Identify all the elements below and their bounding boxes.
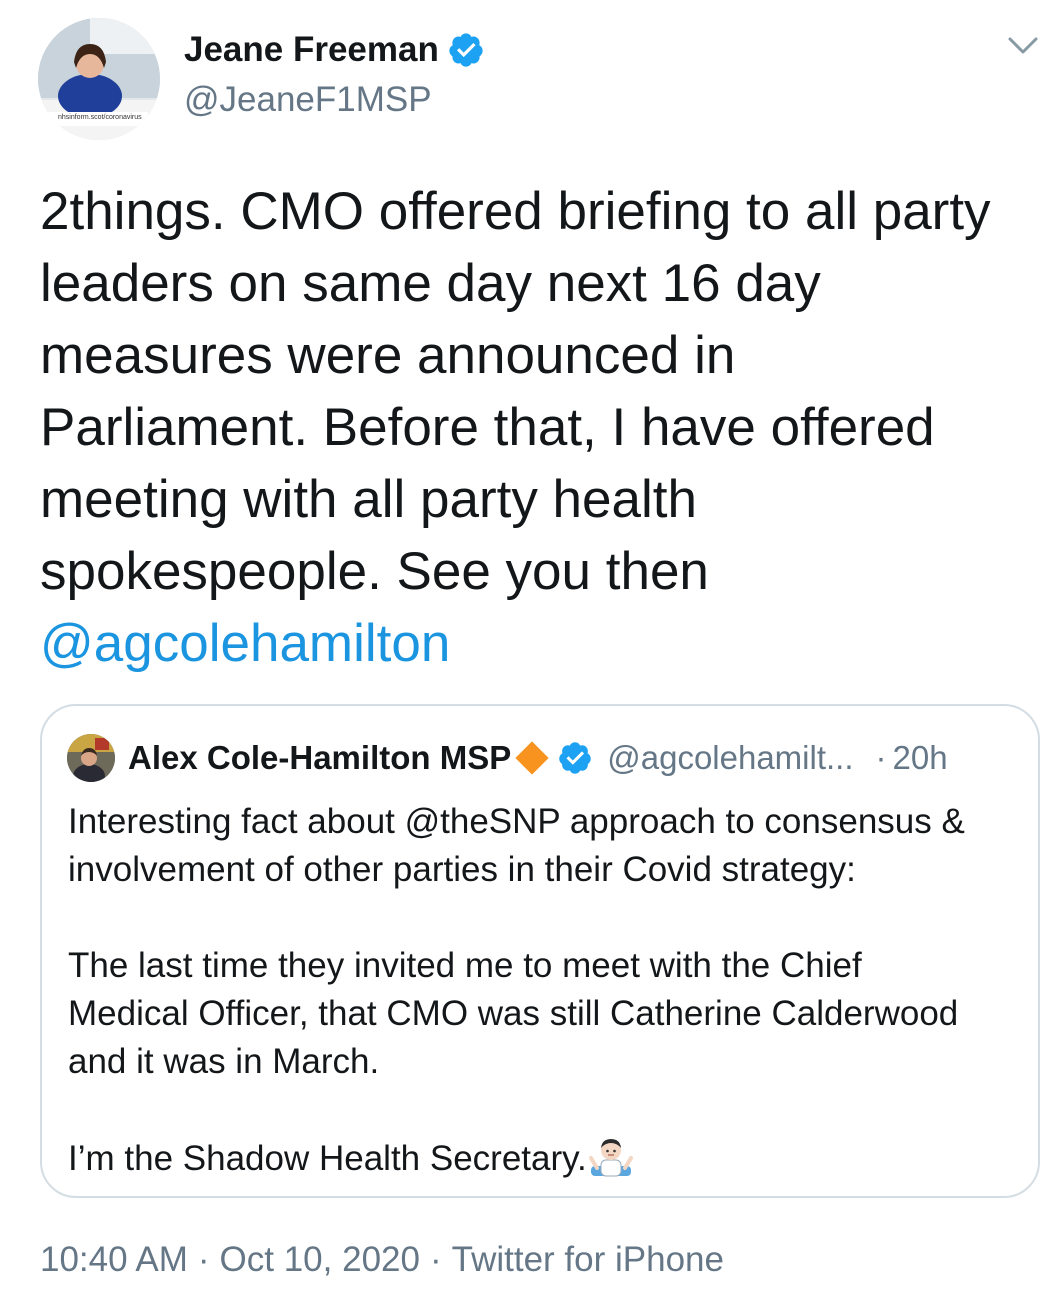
tweet-source-link[interactable]: Twitter for iPhone [452,1240,724,1279]
quoted-author-handle: @agcolehamilt... [607,739,854,776]
tweet-text-line: 2things. CMO offered briefing to all par… [40,182,991,241]
avatar-photo [38,18,160,140]
quoted-text-line: Medical Officer, that CMO was still Cath… [68,994,959,1033]
tweet-text-line: spokespeople. See you then [40,542,709,601]
timestamp-time[interactable]: 10:40 AM [40,1240,188,1279]
quoted-text-line: The last time they invited me to meet wi… [68,946,862,985]
quoted-text-last-line: I’m the Shadow Health Secretary. [68,1134,1028,1183]
quoted-avatar-photo [67,734,115,782]
mention-link[interactable]: @agcolehamilton [40,608,1040,680]
quoted-tweet-header: Alex Cole-Hamilton MSP @agcolehamilt... … [128,734,948,782]
tweet-text-line: leaders on same day next 16 day [40,254,821,313]
separator-dot: · [875,739,887,776]
author-display-name[interactable]: Jeane Freeman [184,30,439,70]
author-handle[interactable]: @JeaneF1MSP [184,80,432,120]
tweet-metadata: 10:40 AM · Oct 10, 2020 · Twitter for iPhone [40,1240,724,1280]
quoted-text-line: Interesting fact about @theSNP approach … [68,802,965,841]
separator-dot: · [429,1240,442,1279]
tweet-text-line: Parliament. Before that, I have offered [40,398,935,457]
verified-badge-icon [559,742,591,774]
author-avatar[interactable]: nhsinform.scot/coronavirus [38,18,160,140]
quoted-tweet-card[interactable]: Alex Cole-Hamilton MSP @agcolehamilt... … [40,704,1040,1198]
quoted-tweet-text: Interesting fact about @theSNP approach … [68,798,1028,1183]
author-name-row[interactable]: Jeane Freeman [184,30,485,70]
person-shrugging-icon [588,1139,633,1177]
quoted-text-line: I’m the Shadow Health Secretary. [68,1139,587,1178]
quoted-tweet-time: 20h [892,739,948,776]
tweet-text-line: meeting with all party health [40,470,697,529]
timestamp-date[interactable]: Oct 10, 2020 [220,1240,420,1279]
tweet-text-line: measures were announced in [40,326,736,385]
orange-diamond-icon [515,741,549,775]
avatar-caption: nhsinform.scot/coronavirus [58,114,142,121]
tweet-text: 2things. CMO offered briefing to all par… [40,176,1040,680]
quoted-text-line: involvement of other parties in their Co… [68,850,856,889]
quoted-text-line: and it was in March. [68,1042,380,1081]
chevron-down-icon[interactable] [1006,34,1040,58]
separator-dot: · [197,1240,210,1279]
verified-badge-icon [449,33,483,67]
quoted-author-name: Alex Cole-Hamilton MSP [128,739,512,776]
quoted-author-avatar [67,734,115,782]
